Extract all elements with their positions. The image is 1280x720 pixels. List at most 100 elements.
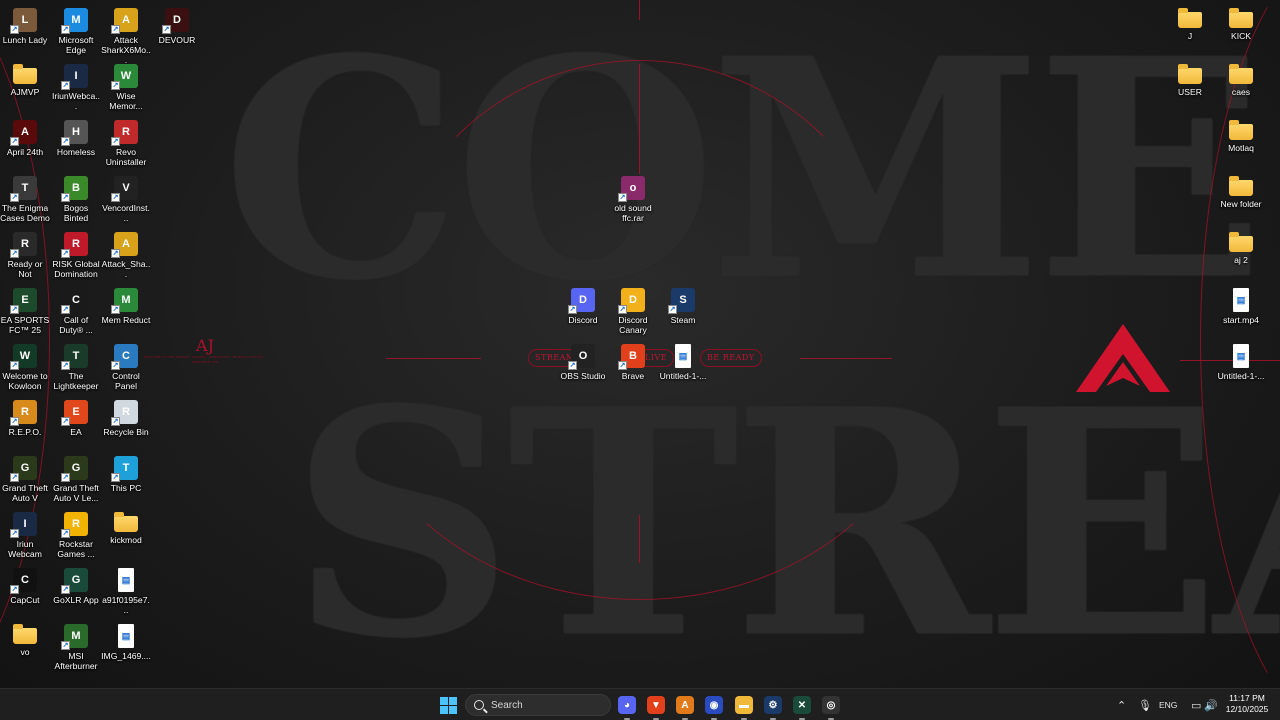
desktop-icon-untitled-1[interactable]: ▤ Untitled-1-... [1216, 340, 1266, 381]
desktop-icon-ea[interactable]: E ↗ EA [51, 396, 101, 437]
gta-v-icon: G ↗ [10, 456, 37, 482]
desktop-icon-r-e-p-o[interactable]: R ↗ R.E.P.O. [0, 396, 50, 437]
desktop-icon-vencordinst[interactable]: V ↗ VencordInst... [101, 172, 151, 223]
desktop-icon-label: Discord Canary [618, 315, 648, 335]
desktop-icon-label: EA SPORTS FC™ 25 [0, 315, 50, 335]
desktop-icon-aj-2[interactable]: aj 2 [1216, 228, 1266, 265]
desktop-icon-risk-global-domination[interactable]: R ↗ RISK Global Domination [51, 228, 101, 279]
desktop-icon-old-sound-ffc-rar[interactable]: o ↗ old sound ffc.rar [608, 172, 658, 223]
desktop-icon-microsoft-edge[interactable]: M ↗ Microsoft Edge [51, 4, 101, 55]
desktop-icon-attack-sha[interactable]: A ↗ Attack_Sha... [101, 228, 151, 279]
desktop-icon-a91f0195e7[interactable]: ▤ a91f0195e7... [101, 564, 151, 615]
desktop-icon-new-folder[interactable]: New folder [1216, 172, 1266, 209]
desktop-icon-bogos-binted[interactable]: B ↗ Bogos Binted [51, 172, 101, 223]
desktop-icon-kick[interactable]: KICK [1216, 4, 1266, 41]
this-pc-icon: T ↗ [111, 456, 138, 482]
taskbar-app-file-explorer[interactable]: ▬ [733, 694, 755, 720]
desktop-icon-devour[interactable]: D ↗ DEVOUR [152, 4, 202, 45]
desktop-icon-lunch-lady[interactable]: L ↗ Lunch Lady [0, 4, 50, 45]
desktop-icon-label: Homeless [56, 147, 96, 157]
desktop-icon-label: IriunWebca... [51, 91, 101, 111]
desktop-icon-ready-or-not[interactable]: R ↗ Ready or Not [0, 228, 50, 279]
desktop-icon-control-panel[interactable]: C ↗ Control Panel [101, 340, 151, 391]
april-24th-game-icon: A ↗ [10, 120, 37, 146]
desktop-icon-label: Discord [568, 315, 598, 325]
shortcut-arrow-icon: ↗ [61, 361, 70, 370]
chevron-up-icon[interactable]: ⌃ [1117, 699, 1126, 712]
desktop-icon-label: The Enigma Cases Demo [0, 203, 50, 223]
desktop-icon-this-pc[interactable]: T ↗ This PC [101, 452, 151, 493]
desktop-icon-label: Welcome to Kowloon [2, 371, 48, 391]
desktop-icon-recycle-bin[interactable]: R ↗ Recycle Bin [101, 396, 151, 437]
desktop-icon-iriun-webcam[interactable]: I ↗ Iriun Webcam [0, 508, 50, 559]
folder-icon [1229, 176, 1253, 196]
desktop-icon-brave[interactable]: B ↗ Brave [608, 340, 658, 381]
taskbar-app-attack-shark[interactable]: A [674, 694, 696, 720]
desktop-icon-goxlr-app[interactable]: G ↗ GoXLR App [51, 564, 101, 605]
desktop-icon-j[interactable]: J [1165, 4, 1215, 41]
desktop-icon-user[interactable]: USER [1165, 60, 1215, 97]
taskbar-app-obs[interactable]: ◎ [820, 694, 842, 720]
desktop-icon-caes[interactable]: caes [1216, 60, 1266, 97]
desktop-icon-revo-uninstaller[interactable]: R ↗ Revo Uninstaller [101, 116, 151, 167]
kowloon-icon: W ↗ [10, 344, 37, 370]
desktop-icon-vo[interactable]: vo [0, 620, 50, 657]
desktop-icon-rockstar-games[interactable]: R ↗ Rockstar Games ... [51, 508, 101, 559]
start-button[interactable] [437, 694, 459, 716]
language-indicator[interactable]: ENG [1159, 700, 1177, 710]
desktop-icon-grand-theft-auto-v-le[interactable]: G ↗ Grand Theft Auto V Le... [51, 452, 101, 503]
desktop-icon-label: OBS Studio [560, 371, 606, 381]
desktop-icon-kickmod[interactable]: kickmod [101, 508, 151, 545]
desktop-icon-img-1469[interactable]: ▤ IMG_1469.... [101, 620, 151, 661]
taskbar-app-goxlr[interactable]: ✕ [791, 694, 813, 720]
taskbar-app-brave[interactable]: ▼ [645, 694, 667, 720]
shortcut-arrow-icon: ↗ [111, 81, 120, 90]
taskbar-app-discord[interactable]: ◕ [616, 694, 638, 720]
desktop-icon-start-mp4[interactable]: ▤ start.mp4 [1216, 284, 1266, 325]
taskbar-app-steam[interactable]: ⚙ [762, 694, 784, 720]
desktop-icon-attack-sharkx6mo[interactable]: A ↗ Attack SharkX6Mo... [101, 4, 151, 65]
volume-icon[interactable]: 🔊 [1204, 699, 1218, 712]
desktop-icon-discord[interactable]: D ↗ Discord [558, 284, 608, 325]
shortcut-arrow-icon: ↗ [61, 473, 70, 482]
folder-icon [114, 512, 138, 532]
image-file-icon: ▤ [1233, 344, 1249, 368]
desktop-icon-the-enigma-cases-demo[interactable]: T ↗ The Enigma Cases Demo [0, 172, 50, 223]
desktop-icon-label: VencordInst... [102, 203, 150, 223]
desktop-icon-april-24th[interactable]: A ↗ April 24th [0, 116, 50, 157]
taskbar-app-iriun-webcam[interactable]: ◉ [703, 694, 725, 720]
desktop-icon-discord-canary[interactable]: D ↗ Discord Canary [608, 284, 658, 335]
desktop-icon-label: DEVOUR [158, 35, 196, 45]
desktop-icon-ajmvp[interactable]: AJMVP [0, 60, 50, 97]
search-input[interactable] [491, 699, 601, 711]
shortcut-arrow-icon: ↗ [111, 25, 120, 34]
desktop-icon-welcome-to-kowloon[interactable]: W ↗ Welcome to Kowloon [0, 340, 50, 391]
desktop-icon-ea-sports-fc-25[interactable]: E ↗ EA SPORTS FC™ 25 [0, 284, 50, 335]
taskbar-clock[interactable]: 11:17 PM 12/10/2025 [1220, 693, 1274, 715]
desktop-icon-untitled-1[interactable]: ▤ Untitled-1-... [658, 340, 708, 381]
desktop-icon-msi-afterburner[interactable]: M ↗ MSI Afterburner [51, 620, 101, 671]
desktop-icon-call-of-duty[interactable]: C ↗ Call of Duty® ... [51, 284, 101, 335]
discord-icon: D ↗ [568, 288, 595, 314]
shortcut-arrow-icon: ↗ [61, 585, 70, 594]
desktop-icon-mem-reduct[interactable]: M ↗ Mem Reduct [101, 284, 151, 325]
ea-icon: E ↗ [61, 400, 88, 426]
network-icon[interactable]: ▭ [1191, 699, 1201, 712]
desktop-icon-label: Lunch Lady [2, 35, 48, 45]
desktop-icon-iriunwebca[interactable]: I ↗ IriunWebca... [51, 60, 101, 111]
shortcut-arrow-icon: ↗ [10, 193, 19, 202]
image-file-icon: ▤ [118, 624, 134, 648]
desktop-icon-capcut[interactable]: C ↗ CapCut [0, 564, 50, 605]
desktop-icon-motlaq[interactable]: Motlaq [1216, 116, 1266, 153]
desktop-icon-the-lightkeeper[interactable]: T ↗ The Lightkeeper [51, 340, 101, 391]
desktop-icon-grand-theft-auto-v[interactable]: G ↗ Grand Theft Auto V [0, 452, 50, 503]
desktop-icon-homeless[interactable]: H ↗ Homeless [51, 116, 101, 157]
desktop-icon-steam[interactable]: S ↗ Steam [658, 284, 708, 325]
microphone-icon[interactable]: 🎙 [1138, 699, 1152, 712]
image-file-icon: ▤ [675, 344, 691, 368]
taskbar-search[interactable] [465, 694, 611, 716]
desktop-icon-obs-studio[interactable]: O ↗ OBS Studio [558, 340, 608, 381]
folder-icon [1229, 64, 1253, 84]
desktop-icon-label: Control Panel [112, 371, 140, 391]
desktop-icon-wise-memor[interactable]: W ↗ Wise Memor... [101, 60, 151, 111]
